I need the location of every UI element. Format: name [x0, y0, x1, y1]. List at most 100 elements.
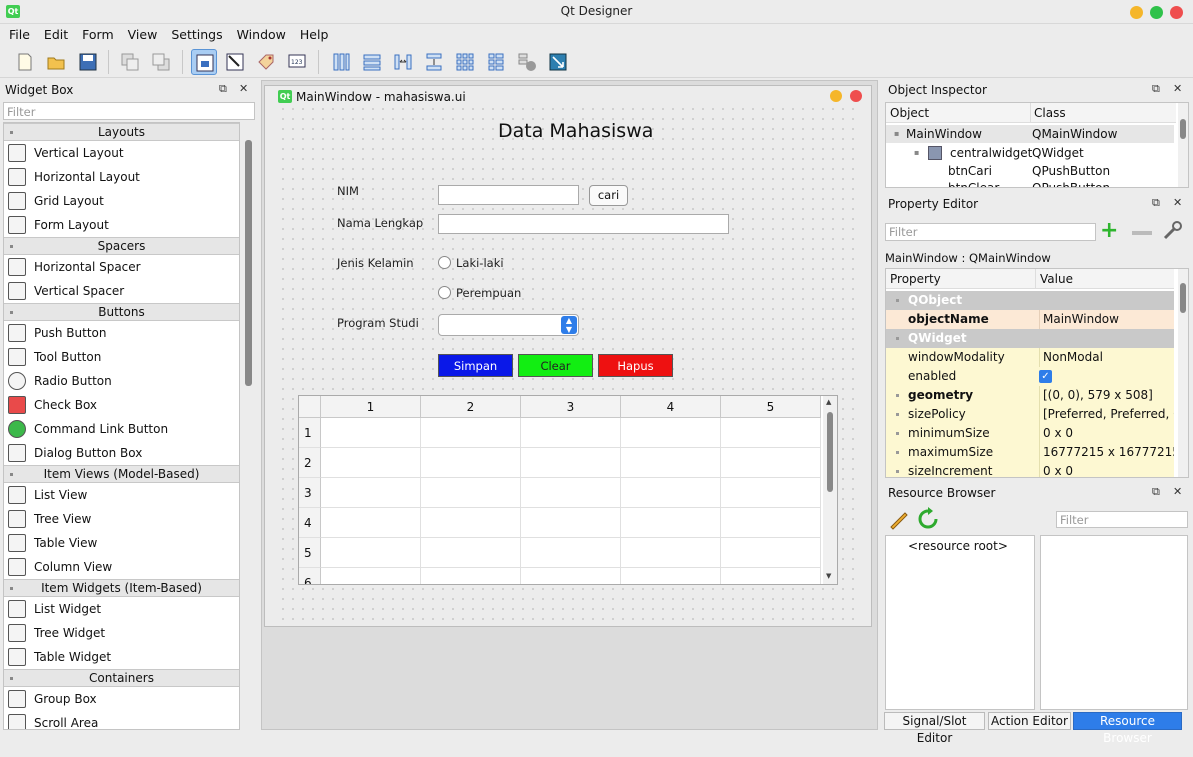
column-header[interactable]: 3 — [521, 396, 621, 418]
table-cell[interactable] — [421, 418, 521, 448]
table-cell[interactable] — [621, 478, 721, 508]
float-icon[interactable]: ⧉ — [1152, 82, 1160, 96]
clear-button[interactable]: Clear — [518, 354, 593, 377]
bring-front-icon[interactable] — [148, 49, 174, 75]
column-header[interactable]: 1 — [321, 396, 421, 418]
tree-row[interactable]: ▪ MainWindow QMainWindow — [886, 125, 1174, 143]
table-cell[interactable] — [621, 568, 721, 584]
table-cell[interactable] — [521, 478, 621, 508]
column-header[interactable]: 2 — [421, 396, 521, 418]
close-icon[interactable]: ✕ — [1173, 82, 1182, 95]
form-minimize-button[interactable] — [830, 90, 842, 102]
radio-perempuan[interactable] — [438, 286, 451, 299]
remove-property-icon[interactable] — [1132, 231, 1152, 235]
widget-item[interactable]: Command Link Button — [4, 417, 239, 441]
widget-item[interactable]: Grid Layout — [4, 189, 239, 213]
table-cell[interactable] — [521, 508, 621, 538]
category-item-widgets[interactable]: Item Widgets (Item-Based) — [4, 579, 239, 597]
expand-icon[interactable] — [896, 470, 899, 473]
break-layout-icon[interactable] — [514, 49, 540, 75]
wrench-icon[interactable] — [1161, 220, 1183, 242]
table-cell[interactable] — [721, 418, 821, 448]
expand-icon[interactable]: ▪ — [894, 125, 899, 143]
table-cell[interactable] — [421, 538, 521, 568]
col-class-header[interactable]: Class — [1030, 103, 1069, 123]
resource-root[interactable]: <resource root> — [908, 539, 1008, 553]
menu-form[interactable]: Form — [75, 24, 121, 45]
tree-row[interactable]: btnCari QPushButton — [886, 162, 1174, 180]
col-object-header[interactable]: Object — [890, 106, 929, 120]
property-row[interactable]: windowModality NonModal — [886, 348, 1174, 367]
property-value[interactable]: [Preferred, Preferred, 0,... — [1039, 405, 1174, 424]
menu-view[interactable]: View — [121, 24, 165, 45]
widget-item[interactable]: Scroll Area — [4, 711, 239, 729]
table-cell[interactable] — [321, 538, 421, 568]
table-cell[interactable] — [721, 478, 821, 508]
widget-item[interactable]: List Widget — [4, 597, 239, 621]
edit-widgets-icon[interactable] — [191, 49, 217, 75]
new-file-icon[interactable] — [12, 49, 38, 75]
table-cell[interactable] — [721, 538, 821, 568]
radio-laki-laki[interactable] — [438, 256, 451, 269]
nim-input[interactable] — [438, 185, 579, 205]
widget-item[interactable]: Vertical Spacer — [4, 279, 239, 303]
table-scrollbar[interactable]: ▲ ▼ — [823, 396, 837, 584]
widget-item[interactable]: Push Button — [4, 321, 239, 345]
table-cell[interactable] — [421, 478, 521, 508]
tab-action-editor[interactable]: Action Editor — [988, 712, 1071, 730]
widget-item[interactable]: Tree View — [4, 507, 239, 531]
widget-item[interactable]: Radio Button — [4, 369, 239, 393]
widget-item[interactable]: Horizontal Spacer — [4, 255, 239, 279]
hapus-button[interactable]: Hapus — [598, 354, 673, 377]
send-back-icon[interactable] — [117, 49, 143, 75]
edit-resources-icon[interactable] — [887, 507, 911, 531]
table-cell[interactable] — [721, 448, 821, 478]
table-cell[interactable] — [621, 508, 721, 538]
row-header[interactable]: 3 — [299, 478, 321, 508]
expand-icon[interactable] — [896, 394, 899, 397]
property-value[interactable]: NonModal — [1039, 348, 1174, 367]
data-table[interactable]: 1 2 3 4 5 1 2 3 4 5 6 ▲ ▼ — [298, 395, 838, 585]
table-cell[interactable] — [721, 568, 821, 584]
property-group-row[interactable]: QWidget — [886, 329, 1174, 348]
program-studi-combobox[interactable]: ▲ ▼ — [438, 314, 579, 336]
property-row[interactable]: objectName MainWindow — [886, 310, 1174, 329]
tab-signal-slot-editor[interactable]: Signal/Slot Editor — [884, 712, 985, 745]
widget-item[interactable]: List View — [4, 483, 239, 507]
menu-window[interactable]: Window — [230, 24, 293, 45]
category-buttons[interactable]: Buttons — [4, 303, 239, 321]
float-icon[interactable]: ⧉ — [1152, 485, 1160, 499]
edit-tab-order-icon[interactable]: 123 — [284, 49, 310, 75]
layout-horizontal-icon[interactable] — [328, 49, 354, 75]
property-scrollbar[interactable] — [1178, 269, 1188, 477]
table-cell[interactable] — [621, 538, 721, 568]
cari-button[interactable]: cari — [589, 185, 628, 206]
menu-edit[interactable]: Edit — [37, 24, 75, 45]
widget-box-scrollbar[interactable] — [242, 122, 255, 730]
table-cell[interactable] — [321, 478, 421, 508]
layout-splitter-vertical-icon[interactable] — [421, 49, 447, 75]
float-icon[interactable]: ⧉ — [1152, 196, 1160, 210]
float-icon[interactable]: ⧉ — [219, 82, 227, 96]
property-row[interactable]: sizePolicy [Preferred, Preferred, 0,... — [886, 405, 1174, 424]
row-header[interactable]: 6 — [299, 568, 321, 584]
tree-scrollbar[interactable] — [1178, 103, 1188, 187]
table-cell[interactable] — [521, 538, 621, 568]
expand-icon[interactable] — [896, 299, 899, 302]
scroll-up-icon[interactable]: ▲ — [826, 398, 831, 406]
widget-item[interactable]: Form Layout — [4, 213, 239, 237]
close-icon[interactable]: ✕ — [1173, 196, 1182, 209]
row-header[interactable]: 4 — [299, 508, 321, 538]
widget-item[interactable]: Dialog Button Box — [4, 441, 239, 465]
table-cell[interactable] — [321, 568, 421, 584]
layout-vertical-icon[interactable] — [359, 49, 385, 75]
col-property-header[interactable]: Property — [890, 272, 941, 286]
menu-file[interactable]: File — [2, 24, 37, 45]
minimize-button[interactable] — [1130, 6, 1143, 19]
resource-tree[interactable]: <resource root> — [885, 535, 1035, 710]
scrollbar-thumb[interactable] — [827, 412, 833, 492]
add-property-icon[interactable]: + — [1100, 220, 1118, 242]
form-close-button[interactable] — [850, 90, 862, 102]
row-header[interactable]: 2 — [299, 448, 321, 478]
edit-buddies-icon[interactable] — [253, 49, 279, 75]
